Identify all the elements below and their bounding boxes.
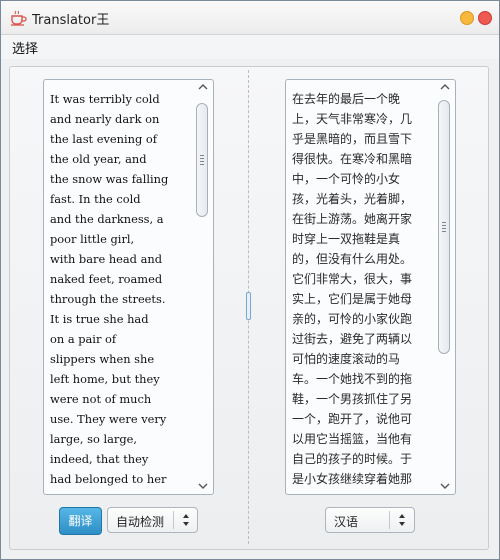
scroll-up-icon[interactable]	[440, 82, 450, 92]
teacup-icon	[11, 10, 27, 26]
target-scrollbar[interactable]	[435, 80, 455, 494]
updown-arrows-icon	[183, 514, 189, 526]
scroll-up-icon[interactable]	[198, 82, 208, 92]
window-title: Translator王	[32, 13, 110, 28]
select-separator	[389, 511, 390, 529]
updown-arrows-icon	[399, 514, 405, 526]
scroll-down-icon[interactable]	[440, 481, 450, 491]
source-scroll-thumb[interactable]	[196, 103, 208, 217]
target-language-select[interactable]: 汉语	[325, 507, 415, 533]
close-button[interactable]	[478, 11, 492, 25]
title-bar[interactable]: Translator王	[1, 1, 499, 35]
source-text[interactable]: It was terribly cold and nearly dark on …	[50, 89, 194, 491]
grip-icon	[200, 155, 204, 167]
target-text[interactable]: 在去年的最后一个晚 上，天气非常寒冷，几 乎是黑暗的，而且雪下 得很快。在寒冷和…	[292, 89, 436, 491]
source-language-select[interactable]: 自动检测	[107, 507, 198, 533]
target-scroll-thumb[interactable]	[438, 100, 450, 354]
source-text-area[interactable]: It was terribly cold and nearly dark on …	[43, 79, 214, 495]
target-text-area[interactable]: 在去年的最后一个晚 上，天气非常寒冷，几 乎是黑暗的，而且雪下 得很快。在寒冷和…	[285, 79, 456, 495]
menu-bar: 选择	[1, 35, 499, 59]
grip-icon	[442, 222, 446, 234]
source-scrollbar[interactable]	[193, 80, 213, 494]
target-language-value: 汉语	[334, 515, 359, 529]
scroll-down-icon[interactable]	[198, 481, 208, 491]
menu-item-select[interactable]: 选择	[12, 38, 38, 57]
select-separator	[173, 511, 174, 529]
source-language-value: 自动检测	[116, 515, 165, 529]
split-handle[interactable]	[246, 292, 251, 320]
minimize-button[interactable]	[460, 11, 474, 25]
translate-button[interactable]: 翻译	[59, 507, 102, 535]
